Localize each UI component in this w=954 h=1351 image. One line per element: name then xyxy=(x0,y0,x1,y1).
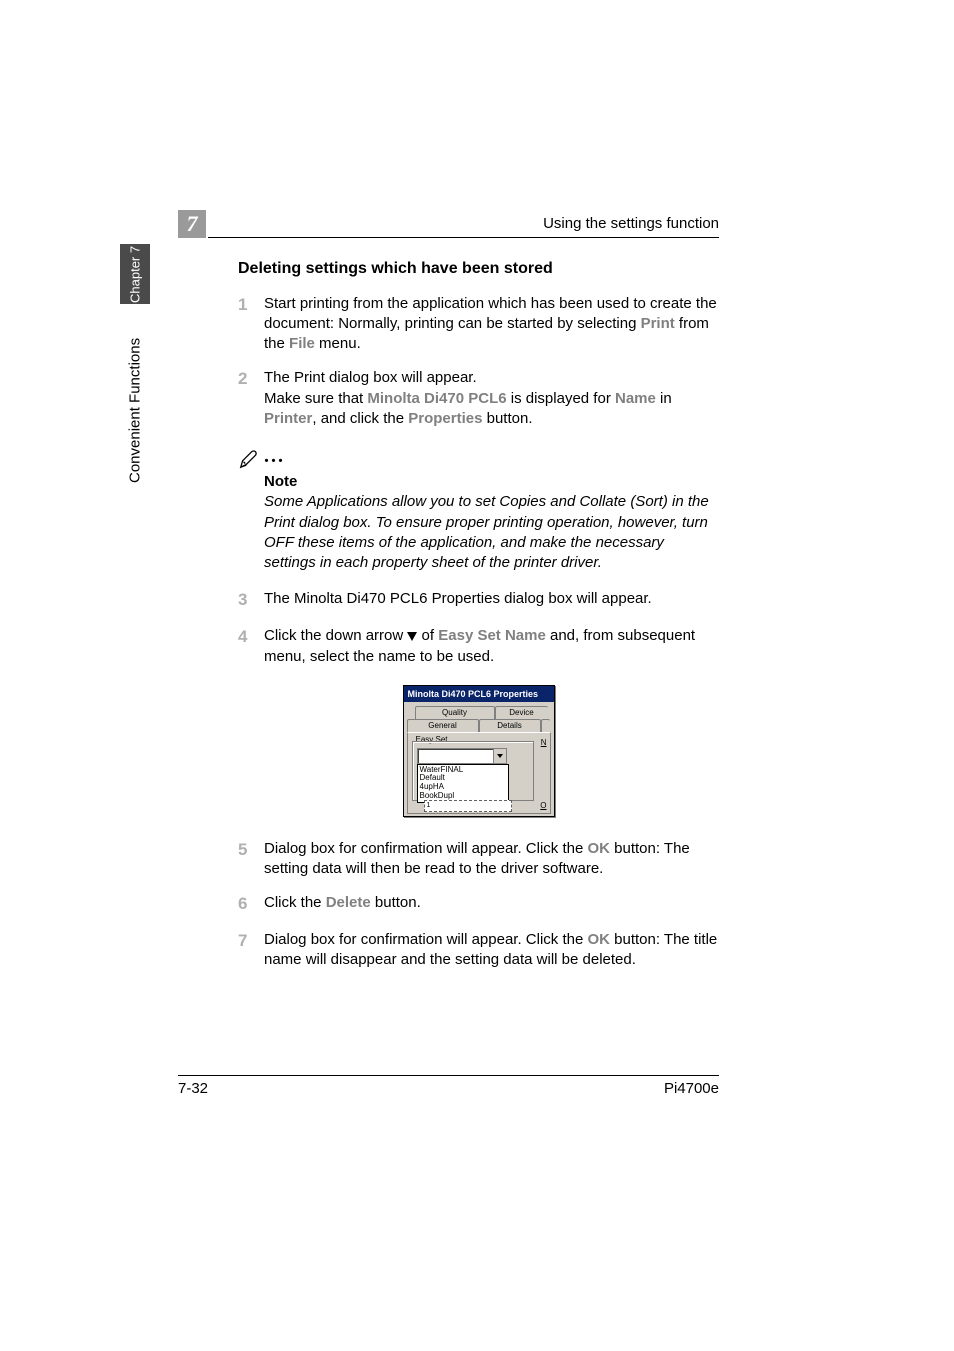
step-7: 7 Dialog box for confirmation will appea… xyxy=(238,930,719,971)
note-label: Note xyxy=(264,472,719,492)
running-header: Using the settings function xyxy=(178,215,719,232)
text: The Print dialog box will appear. xyxy=(264,369,477,386)
step-3: 3 The Minolta Di470 PCL6 Properties dial… xyxy=(238,589,719,612)
step-number: 7 xyxy=(238,930,264,971)
dialog-title: Minolta Di470 PCL6 Properties xyxy=(404,686,554,702)
figure: Minolta Di470 PCL6 Properties Quality De… xyxy=(238,685,719,817)
note-text: Some Applications allow you to set Copie… xyxy=(264,492,719,573)
ui-ref-printer: Printer xyxy=(264,410,312,427)
ui-ref-file: File xyxy=(289,335,315,352)
text: , and click the xyxy=(312,410,408,427)
text: Click the xyxy=(264,894,326,911)
step-body: Dialog box for confirmation will appear.… xyxy=(264,930,719,971)
cut-label-o: O xyxy=(540,801,546,812)
copies-field[interactable]: 1 xyxy=(424,800,512,812)
step-2: 2 The Print dialog box will appear. Make… xyxy=(238,368,719,429)
text: Make sure that xyxy=(264,390,367,407)
page-content: Deleting settings which have been stored… xyxy=(238,258,719,984)
text: in xyxy=(656,390,672,407)
text: menu. xyxy=(315,335,361,352)
product-name: Pi4700e xyxy=(664,1080,719,1097)
ui-ref-ok: OK xyxy=(587,840,610,857)
step-1: 1 Start printing from the application wh… xyxy=(238,294,719,355)
step-number: 3 xyxy=(238,589,264,612)
ui-ref-properties: Properties xyxy=(408,410,482,427)
tab-quality[interactable]: Quality xyxy=(415,706,495,720)
step-number: 1 xyxy=(238,294,264,355)
step-body: The Minolta Di470 PCL6 Properties dialog… xyxy=(264,589,719,612)
ui-ref-easy-set-name: Easy Set Name xyxy=(438,627,546,644)
chevron-down-icon[interactable] xyxy=(493,749,506,763)
down-arrow-icon xyxy=(407,632,417,641)
ui-ref-name: Name xyxy=(615,390,656,407)
text: button. xyxy=(371,894,421,911)
section-title: Deleting settings which have been stored xyxy=(238,258,719,280)
step-number: 4 xyxy=(238,626,264,667)
properties-dialog: Minolta Di470 PCL6 Properties Quality De… xyxy=(403,685,555,817)
step-body: Dialog box for confirmation will appear.… xyxy=(264,839,719,880)
easy-set-dropdown-list[interactable]: WaterFINAL Default 4upHA BookDupl xyxy=(417,764,509,803)
text: Dialog box for confirmation will appear.… xyxy=(264,931,587,948)
pencil-icon xyxy=(238,448,260,470)
note-block: ... Note Some Applications allow you to … xyxy=(264,443,719,573)
ui-ref-print: Print xyxy=(641,315,675,332)
text: is displayed for xyxy=(507,390,615,407)
page-number: 7-32 xyxy=(178,1080,208,1097)
step-4: 4 Click the down arrow of Easy Set Name … xyxy=(238,626,719,667)
tab-panel: Easy Set N WaterFINAL Default 4upHA Book… xyxy=(407,732,551,814)
step-body: Start printing from the application whic… xyxy=(264,294,719,355)
page-footer: 7-32 Pi4700e xyxy=(178,1075,719,1097)
text: Click the down arrow xyxy=(264,627,407,644)
text: Dialog box for confirmation will appear.… xyxy=(264,840,587,857)
text: button. xyxy=(482,410,532,427)
ui-ref-delete: Delete xyxy=(326,894,371,911)
step-number: 6 xyxy=(238,893,264,916)
chapter-tab: Chapter 7 xyxy=(120,244,150,304)
tab-device[interactable]: Device xyxy=(495,706,548,720)
cut-label-n: N xyxy=(541,738,547,749)
step-5: 5 Dialog box for confirmation will appea… xyxy=(238,839,719,880)
step-body: Click the Delete button. xyxy=(264,893,719,916)
tab-general[interactable]: General xyxy=(407,719,479,733)
header-rule xyxy=(208,237,719,238)
easy-set-combo[interactable] xyxy=(417,748,507,764)
easy-set-group: WaterFINAL Default 4upHA BookDupl xyxy=(412,741,534,801)
text: of xyxy=(417,627,438,644)
ui-ref-ok: OK xyxy=(587,931,610,948)
step-number: 2 xyxy=(238,368,264,429)
note-dots: ... xyxy=(264,443,285,470)
step-body: The Print dialog box will appear. Make s… xyxy=(264,368,719,429)
step-body: Click the down arrow of Easy Set Name an… xyxy=(264,626,719,667)
tab-details[interactable]: Details xyxy=(479,719,541,733)
step-6: 6 Click the Delete button. xyxy=(238,893,719,916)
tab-cut[interactable] xyxy=(541,719,550,733)
step-number: 5 xyxy=(238,839,264,880)
section-side-label: Convenient Functions xyxy=(120,320,150,500)
ui-ref-driver: Minolta Di470 PCL6 xyxy=(367,390,506,407)
